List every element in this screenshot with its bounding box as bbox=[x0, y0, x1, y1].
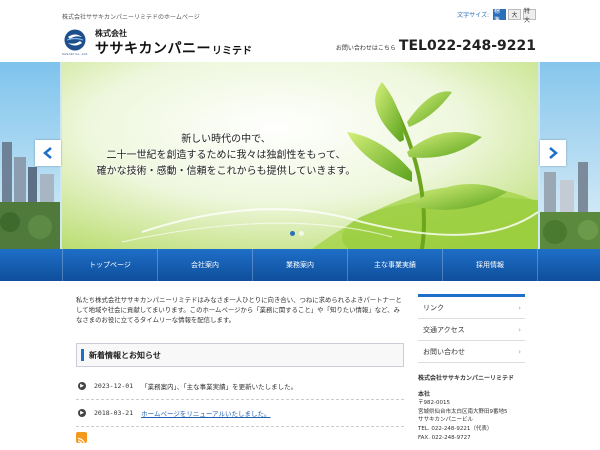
rss-icon[interactable] bbox=[76, 432, 87, 446]
font-size-switcher: 文字サイズ: 標準 大 特大 bbox=[457, 8, 536, 24]
hero-slide-caption: 新しい時代の中で、 二十一世紀を創造するために我々は独創性をもって、 確かな技術… bbox=[76, 132, 376, 180]
slide-dot-1[interactable] bbox=[290, 231, 295, 236]
hero-caption-line: 新しい時代の中で、 bbox=[181, 134, 271, 145]
heading-accent-bar bbox=[81, 349, 84, 361]
company-name[interactable]: ササキカンパニー bbox=[95, 38, 211, 58]
nav-item-services[interactable]: 業務案内 bbox=[252, 249, 347, 281]
sidebar-menu: リンク › 交通アクセス › お問い合わせ › bbox=[418, 294, 525, 363]
news-item: ▶ 2018-03-21 ホームページをリニューアルいたしました。 bbox=[76, 400, 404, 427]
chevron-right-icon: › bbox=[518, 303, 521, 312]
news-heading-box: 新着情報とお知らせ bbox=[76, 343, 404, 367]
hero-slider: 新しい時代の中で、 二十一世紀を創造するために我々は独創性をもって、 確かな技術… bbox=[0, 62, 600, 249]
header-phone-number: TEL022-248-9221 bbox=[398, 38, 536, 54]
font-size-label: 文字サイズ: bbox=[457, 12, 489, 19]
office-label: 本社 bbox=[418, 390, 431, 398]
site-tagline: 株式会社ササキカンパニーリミテドのホームページ bbox=[62, 14, 200, 21]
sidebar-tel: TEL. 022-248-9221（代表） bbox=[418, 425, 493, 432]
font-size-large-button[interactable]: 大 bbox=[508, 9, 521, 20]
nav-item-recruit[interactable]: 採用情報 bbox=[442, 249, 538, 281]
news-link[interactable]: ホームページをリニューアルいたしました。 bbox=[141, 408, 270, 418]
play-bullet-icon: ▶ bbox=[78, 409, 86, 417]
sidebar-item-access[interactable]: 交通アクセス › bbox=[418, 319, 525, 341]
logo-caption: SASAKI Co.,Ltd. bbox=[62, 52, 89, 56]
news-list: ▶ 2023-12-01 「業務案内」、「主な事業実績」を更新いたしました。 ▶… bbox=[76, 373, 404, 427]
news-date: 2018-03-21 bbox=[94, 409, 134, 417]
chevron-right-icon: › bbox=[518, 325, 521, 334]
font-size-standard-button[interactable]: 標準 bbox=[493, 8, 506, 24]
company-logo-icon[interactable] bbox=[62, 29, 88, 51]
hero-caption-line: 確かな技術・感動・信頼をこれからも提供していきます。 bbox=[96, 166, 356, 177]
intro-text: 私たち株式会社ササキカンパニーリミテドはみなさま一人ひとりに向き合い、つねに求め… bbox=[76, 296, 402, 324]
sidebar-item-links[interactable]: リンク › bbox=[418, 297, 525, 319]
nav-item-top[interactable]: トップページ bbox=[62, 249, 157, 281]
building-name: ササキカンパニービル bbox=[418, 417, 474, 424]
sidebar-item-label: 交通アクセス bbox=[423, 325, 465, 334]
news-date: 2023-12-01 bbox=[94, 382, 134, 390]
sidebar-item-contact[interactable]: お問い合わせ › bbox=[418, 341, 525, 363]
site-header: 株式会社ササキカンパニーリミテドのホームページ 文字サイズ: 標準 大 特大 S… bbox=[0, 0, 600, 62]
next-slide-button[interactable] bbox=[540, 140, 566, 166]
header-contact: お問い合わせはこちら TEL022-248-9221 bbox=[336, 38, 536, 54]
chevron-right-icon bbox=[549, 147, 558, 159]
sidebar-fax: FAX. 022-248-9727 bbox=[418, 434, 471, 441]
hero-caption-line: 二十一世紀を創造するために我々は独創性をもって、 bbox=[106, 150, 346, 161]
slide-indicators bbox=[290, 231, 304, 236]
nav-item-company[interactable]: 会社案内 bbox=[157, 249, 252, 281]
prev-slide-button[interactable] bbox=[35, 140, 61, 166]
sidebar-item-label: お問い合わせ bbox=[423, 347, 465, 356]
chevron-right-icon: › bbox=[518, 347, 521, 356]
chevron-left-icon bbox=[43, 147, 52, 159]
contact-prefix: お問い合わせはこちら bbox=[335, 45, 396, 52]
global-nav: トップページ 会社案内 業務案内 主な事業実績 採用情報 bbox=[0, 249, 600, 281]
font-size-xlarge-button[interactable]: 特大 bbox=[523, 8, 536, 24]
sidebar-item-label: リンク bbox=[423, 303, 444, 312]
news-heading: 新着情報とお知らせ bbox=[89, 350, 161, 360]
postal-code: 〒982-0015 bbox=[418, 400, 450, 407]
news-text: 「業務案内」、「主な事業実績」を更新いたしました。 bbox=[141, 383, 298, 391]
address: 宮城県仙台市太白区南大野田9番地5 bbox=[418, 408, 508, 415]
slide-dot-2[interactable] bbox=[299, 231, 304, 236]
company-name-suffix: リミテド bbox=[212, 46, 252, 57]
nav-item-projects[interactable]: 主な事業実績 bbox=[347, 249, 442, 281]
play-bullet-icon: ▶ bbox=[78, 382, 86, 390]
company-info-title: 株式会社ササキカンパニーリミテド bbox=[418, 375, 515, 382]
news-item: ▶ 2023-12-01 「業務案内」、「主な事業実績」を更新いたしました。 bbox=[76, 373, 404, 400]
sidebar-company-info: 株式会社ササキカンパニーリミテド 本社 〒982-0015 宮城県仙台市太白区南… bbox=[418, 375, 543, 442]
